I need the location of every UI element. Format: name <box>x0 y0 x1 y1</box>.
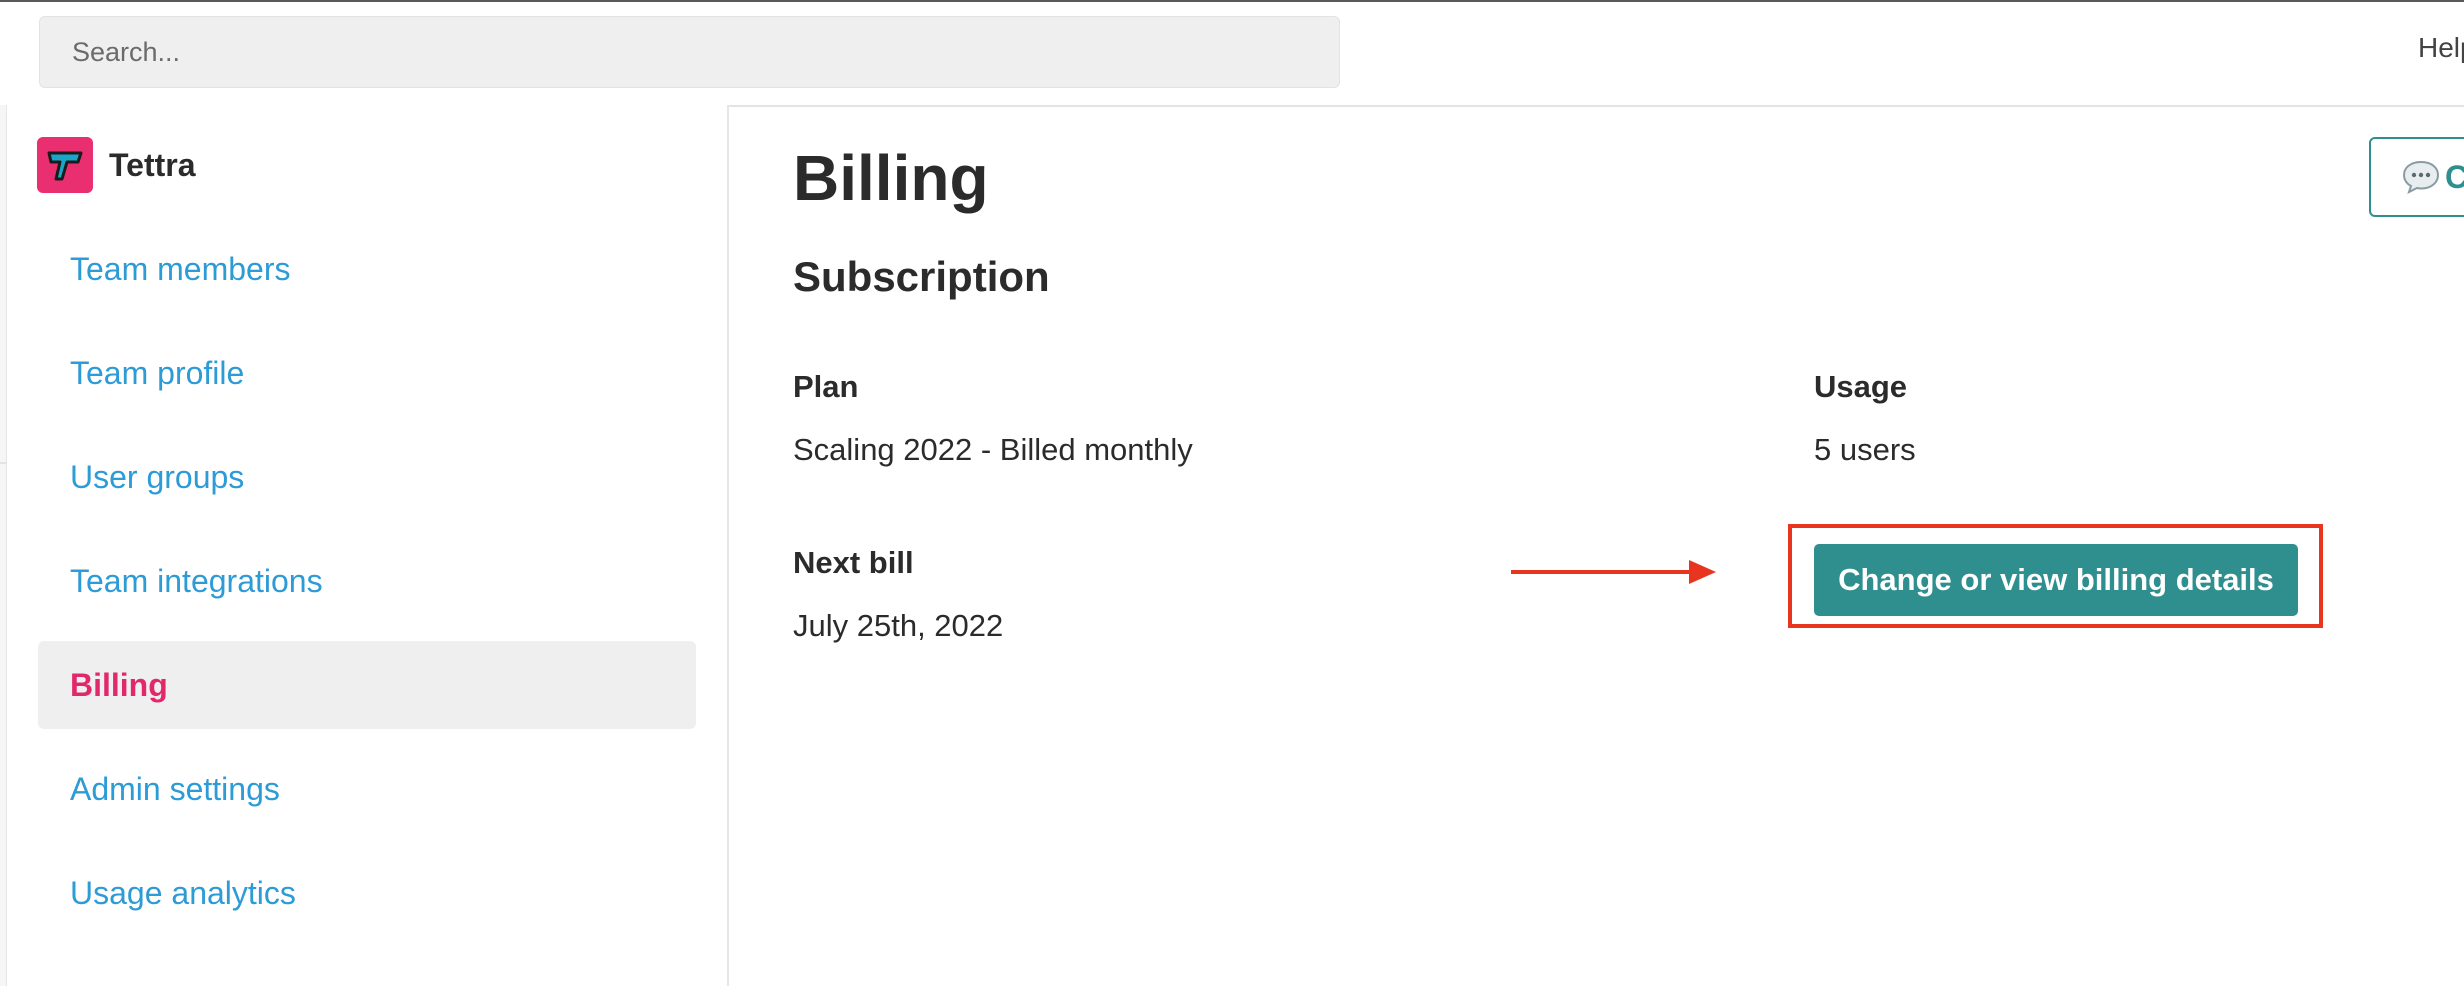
sidebar-item-usage-analytics[interactable]: Usage analytics <box>38 849 696 937</box>
chat-button-label: C <box>2445 158 2464 195</box>
speech-bubble-icon <box>2402 160 2440 194</box>
left-edge-divider <box>0 462 6 464</box>
help-link[interactable]: Help <box>2418 32 2464 64</box>
tettra-logo-icon <box>37 137 93 193</box>
settings-sidebar: Tettra Team members Team profile User gr… <box>7 105 729 986</box>
next-bill-label: Next bill <box>793 545 914 580</box>
search-box[interactable] <box>39 16 1340 88</box>
sidebar-item-team-members[interactable]: Team members <box>38 225 696 313</box>
usage-label: Usage <box>1814 369 1908 404</box>
page-title: Billing <box>793 142 989 214</box>
brand-name: Tettra <box>109 146 196 183</box>
usage-value: 5 users <box>1814 432 1916 467</box>
chat-button[interactable]: C <box>2369 137 2464 217</box>
plan-value: Scaling 2022 - Billed monthly <box>793 432 1193 467</box>
search-input[interactable] <box>40 17 1339 87</box>
sidebar-item-billing[interactable]: Billing <box>38 641 696 729</box>
change-billing-details-button[interactable]: Change or view billing details <box>1814 544 2298 616</box>
sidebar-item-user-groups[interactable]: User groups <box>38 433 696 521</box>
billing-main-panel: Billing Subscription Plan Scaling 2022 -… <box>729 105 2464 986</box>
sidebar-item-admin-settings[interactable]: Admin settings <box>38 745 696 833</box>
left-edge-strip <box>0 105 7 986</box>
brand[interactable]: Tettra <box>37 137 196 193</box>
top-bar: Help <box>0 2 2464 107</box>
sidebar-item-team-profile[interactable]: Team profile <box>38 329 696 417</box>
plan-label: Plan <box>793 369 859 404</box>
subscription-heading: Subscription <box>793 253 1050 300</box>
next-bill-value: July 25th, 2022 <box>793 608 1004 643</box>
sidebar-item-team-integrations[interactable]: Team integrations <box>38 537 696 625</box>
annotation-arrow-icon <box>1511 560 1716 584</box>
